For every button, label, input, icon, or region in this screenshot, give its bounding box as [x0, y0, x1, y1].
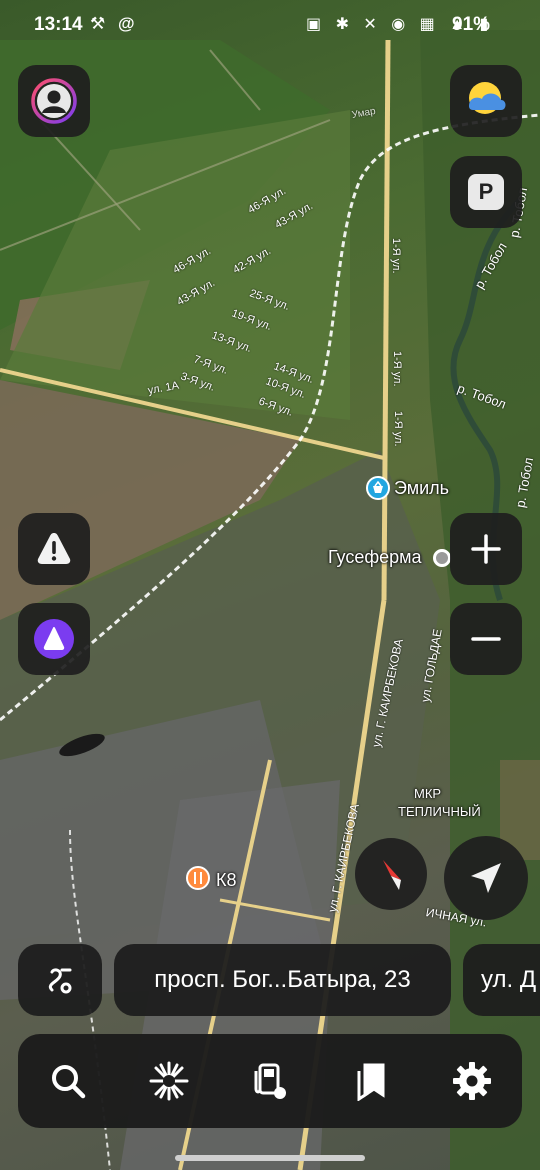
compass-button[interactable] [355, 838, 427, 910]
plus-icon [471, 534, 501, 564]
bookmark-icon [357, 1063, 385, 1101]
status-bar: 13:14 ⚒ @ ▣ ✱ ✕ ◉ ▦ ▲ ▮ 91% [0, 0, 540, 48]
food-poi-icon[interactable] [186, 866, 210, 890]
discovery-button[interactable] [139, 1051, 199, 1111]
status-left-icons: ⚒ @ [90, 14, 139, 33]
warning-icon [37, 533, 71, 564]
my-location-button[interactable] [444, 836, 528, 920]
search-icon [52, 1065, 86, 1099]
sparkle-icon [149, 1061, 189, 1101]
zoom-out-button[interactable] [450, 603, 522, 675]
place-label-guseferma[interactable]: Гусеферма [328, 547, 422, 568]
place-dot-icon[interactable] [433, 549, 451, 567]
fuel-icon [254, 1063, 286, 1099]
route-icon-button[interactable] [18, 944, 102, 1016]
shop-poi-icon[interactable] [366, 476, 390, 500]
settings-button[interactable] [442, 1051, 502, 1111]
street-label: 1-Я ул. [390, 238, 402, 274]
voice-assistant-button[interactable] [18, 603, 90, 675]
place-label-emil[interactable]: Эмиль [394, 478, 449, 499]
zoom-in-button[interactable] [450, 513, 522, 585]
home-indicator[interactable] [175, 1155, 365, 1161]
street-label: 1-Я ул. [391, 351, 403, 387]
minus-icon [471, 637, 501, 641]
compass-icon [383, 860, 401, 890]
current-address[interactable]: просп. Бог...Батыра, 23 [114, 944, 451, 1016]
profile-button[interactable] [18, 65, 90, 137]
status-time: 13:14 [34, 14, 83, 35]
gear-icon [452, 1062, 491, 1100]
weather-icon [469, 82, 506, 114]
district-label: ТЕПЛИЧНЫЙ [398, 804, 481, 819]
profile-avatar-icon [31, 78, 77, 124]
bookmarks-button[interactable] [341, 1051, 401, 1111]
place-label-k8[interactable]: К8 [216, 870, 237, 891]
street-label: 1-Я ул. [392, 411, 404, 447]
parking-button[interactable]: P [450, 156, 522, 228]
gas-station-button[interactable] [240, 1051, 300, 1111]
search-button[interactable] [38, 1051, 98, 1111]
parking-icon: P [468, 174, 504, 210]
navigation-arrow-icon [471, 863, 501, 893]
weather-button[interactable] [450, 65, 522, 137]
battery-level: 91% [452, 14, 491, 35]
next-address[interactable]: ул. Д [463, 944, 540, 1016]
alice-icon [34, 619, 74, 659]
road-event-button[interactable] [18, 513, 90, 585]
bottom-toolbar [18, 1034, 522, 1128]
route-icon [48, 968, 72, 994]
district-label: МКР [414, 786, 442, 801]
